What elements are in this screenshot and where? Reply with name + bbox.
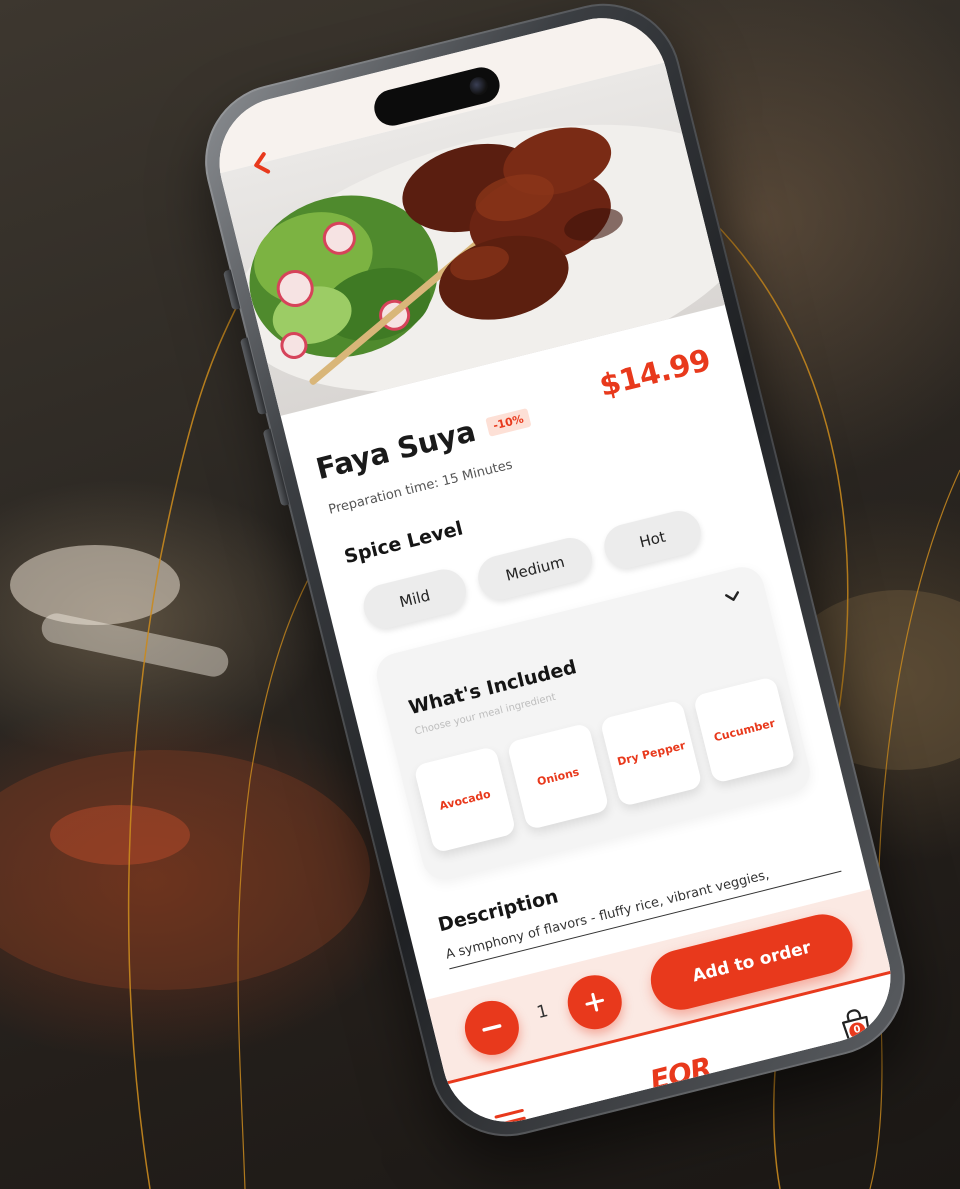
dish-price: $14.99 (596, 342, 714, 405)
ingredient-cucumber[interactable]: Cucumber (692, 676, 796, 784)
decrease-quantity-button[interactable] (459, 995, 525, 1061)
ingredient-onions[interactable]: Onions (506, 722, 610, 831)
camera-icon (467, 75, 490, 98)
spice-option-hot[interactable]: Hot (599, 506, 706, 573)
ingredient-dry-pepper[interactable]: Dry Pepper (599, 699, 703, 807)
decor-curve-left (127, 299, 241, 1189)
quantity-value: 1 (534, 1001, 551, 1024)
background-salad-plate (0, 750, 370, 990)
chevron-down-icon (725, 591, 740, 601)
background-bread (41, 613, 229, 677)
background-cup (10, 545, 180, 625)
spice-option-mild[interactable]: Mild (359, 564, 471, 633)
plus-icon (585, 992, 605, 1012)
increase-quantity-button[interactable] (562, 969, 628, 1035)
ingredient-avocado[interactable]: Avocado (413, 745, 517, 854)
spice-level-title: Spice Level (342, 517, 466, 569)
background-tomato (50, 805, 190, 865)
decor-curve-far-right (869, 469, 960, 1189)
expand-toggle[interactable] (719, 583, 746, 610)
minus-icon (482, 1024, 502, 1032)
spice-option-medium[interactable]: Medium (473, 533, 597, 605)
discount-badge: -10% (485, 407, 532, 437)
